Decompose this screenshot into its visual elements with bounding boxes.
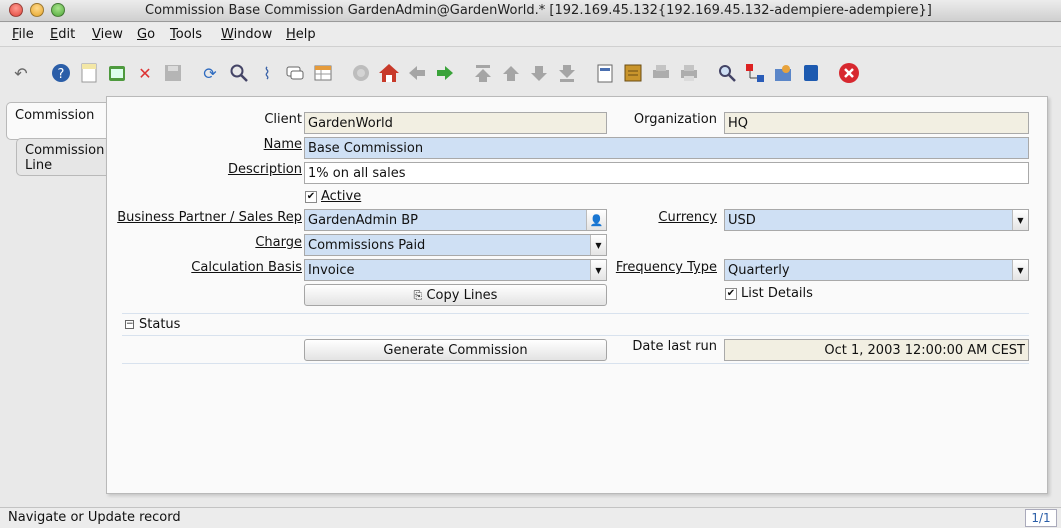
list-details-checkbox[interactable]: ✔ <box>725 288 737 300</box>
tab-commission[interactable]: Commission <box>6 102 106 140</box>
menu-view[interactable]: View <box>92 27 123 42</box>
process-icon[interactable] <box>772 62 794 84</box>
copy-lines-button[interactable]: ⎘ Copy Lines <box>304 284 607 306</box>
chat-icon[interactable] <box>284 62 306 84</box>
bpartner-label: Business Partner / Sales Rep <box>117 210 302 225</box>
forward-icon[interactable] <box>434 62 456 84</box>
client-field[interactable]: GardenWorld <box>304 112 607 134</box>
chevron-down-icon: ▼ <box>1012 260 1028 280</box>
exit-icon[interactable] <box>838 62 860 84</box>
home-icon[interactable] <box>378 62 400 84</box>
help-icon[interactable]: ? <box>50 62 72 84</box>
bpartner-field[interactable]: GardenAdmin BP 👤 <box>304 209 607 231</box>
archive-icon[interactable] <box>622 62 644 84</box>
record-count[interactable]: 1/1 <box>1025 509 1057 527</box>
zoom-across-icon[interactable] <box>716 62 738 84</box>
active-label: Active <box>321 189 362 204</box>
find-icon[interactable] <box>228 62 250 84</box>
currency-select[interactable]: USD ▼ <box>724 209 1029 231</box>
chevron-down-icon: ▼ <box>590 260 606 280</box>
charge-select[interactable]: Commissions Paid ▼ <box>304 234 607 256</box>
chevron-down-icon: ▼ <box>1012 210 1028 230</box>
date-last-run-label: Date last run <box>632 339 717 354</box>
description-label: Description <box>227 162 302 177</box>
first-record-icon[interactable] <box>472 62 494 84</box>
last-record-icon[interactable] <box>556 62 578 84</box>
undo-icon[interactable]: ↶ <box>10 62 32 84</box>
status-message: Navigate or Update record <box>8 510 181 525</box>
frequency-label: Frequency Type <box>615 260 717 275</box>
menu-window[interactable]: Window <box>221 27 272 42</box>
bpartner-lookup-icon[interactable]: 👤 <box>586 210 606 230</box>
back-icon[interactable] <box>406 62 428 84</box>
client-label: Client <box>264 112 302 127</box>
print-icon[interactable] <box>678 62 700 84</box>
maximize-window-button[interactable] <box>51 3 65 17</box>
product-info-icon[interactable] <box>800 62 822 84</box>
list-details-label: List Details <box>741 286 813 301</box>
calc-basis-select[interactable]: Invoice ▼ <box>304 259 607 281</box>
name-field[interactable]: Base Commission <box>304 137 1029 159</box>
history-icon[interactable] <box>350 62 372 84</box>
status-section-label: Status <box>139 317 181 332</box>
attachment-icon[interactable]: ⌇ <box>256 62 278 84</box>
date-last-run-field[interactable]: Oct 1, 2003 12:00:00 AM CEST <box>724 339 1029 361</box>
chevron-down-icon: ▼ <box>590 235 606 255</box>
organization-field[interactable]: HQ <box>724 112 1029 134</box>
window-title: Commission Base Commission GardenAdmin@G… <box>145 3 932 18</box>
menu-help[interactable]: Help <box>286 27 316 42</box>
active-checkbox[interactable]: ✔ <box>305 191 317 203</box>
charge-label: Charge <box>255 235 302 250</box>
next-record-icon[interactable] <box>528 62 550 84</box>
status-bar: Navigate or Update record 1/1 <box>0 507 1061 528</box>
previous-record-icon[interactable] <box>500 62 522 84</box>
generate-commission-button[interactable]: Generate Commission <box>304 339 607 361</box>
menu-go[interactable]: Go <box>137 27 155 42</box>
close-window-button[interactable] <box>9 3 23 17</box>
frequency-select[interactable]: Quarterly ▼ <box>724 259 1029 281</box>
title-bar: Commission Base Commission GardenAdmin@G… <box>0 0 1061 22</box>
refresh-icon[interactable]: ⟳ <box>199 62 221 84</box>
menu-tools[interactable]: Tools <box>170 27 202 42</box>
tab-commission-line[interactable]: Commission Line <box>16 138 106 176</box>
workflow-icon[interactable] <box>744 62 766 84</box>
copy-record-icon[interactable] <box>106 62 128 84</box>
section-divider <box>122 363 1029 364</box>
minimize-window-button[interactable] <box>30 3 44 17</box>
new-record-icon[interactable] <box>78 62 100 84</box>
form-panel: Client GardenWorld Organization HQ Name … <box>106 96 1048 494</box>
copy-icon: ⎘ <box>413 289 423 302</box>
report-icon[interactable] <box>594 62 616 84</box>
section-divider <box>122 313 1029 314</box>
calc-basis-label: Calculation Basis <box>191 260 302 275</box>
menu-bar: File Edit View Go Tools Window Help <box>0 23 1061 47</box>
tab-strip: Commission Commission Line <box>0 100 106 510</box>
print-preview-icon[interactable] <box>650 62 672 84</box>
organization-label: Organization <box>633 112 717 127</box>
grid-toggle-icon[interactable] <box>312 62 334 84</box>
menu-file[interactable]: File <box>12 27 34 42</box>
menu-edit[interactable]: Edit <box>50 27 75 42</box>
currency-label: Currency <box>658 210 717 225</box>
collapse-icon[interactable]: − <box>125 320 134 329</box>
description-field[interactable]: 1% on all sales <box>304 162 1029 184</box>
delete-icon[interactable]: ✕ <box>134 62 156 84</box>
name-label: Name <box>263 137 302 152</box>
toolbar: ↶ ? ✕ ⟳ ⌇ <box>0 48 1061 96</box>
svg-text:?: ? <box>58 67 65 82</box>
section-divider <box>122 335 1029 336</box>
save-icon[interactable] <box>162 62 184 84</box>
